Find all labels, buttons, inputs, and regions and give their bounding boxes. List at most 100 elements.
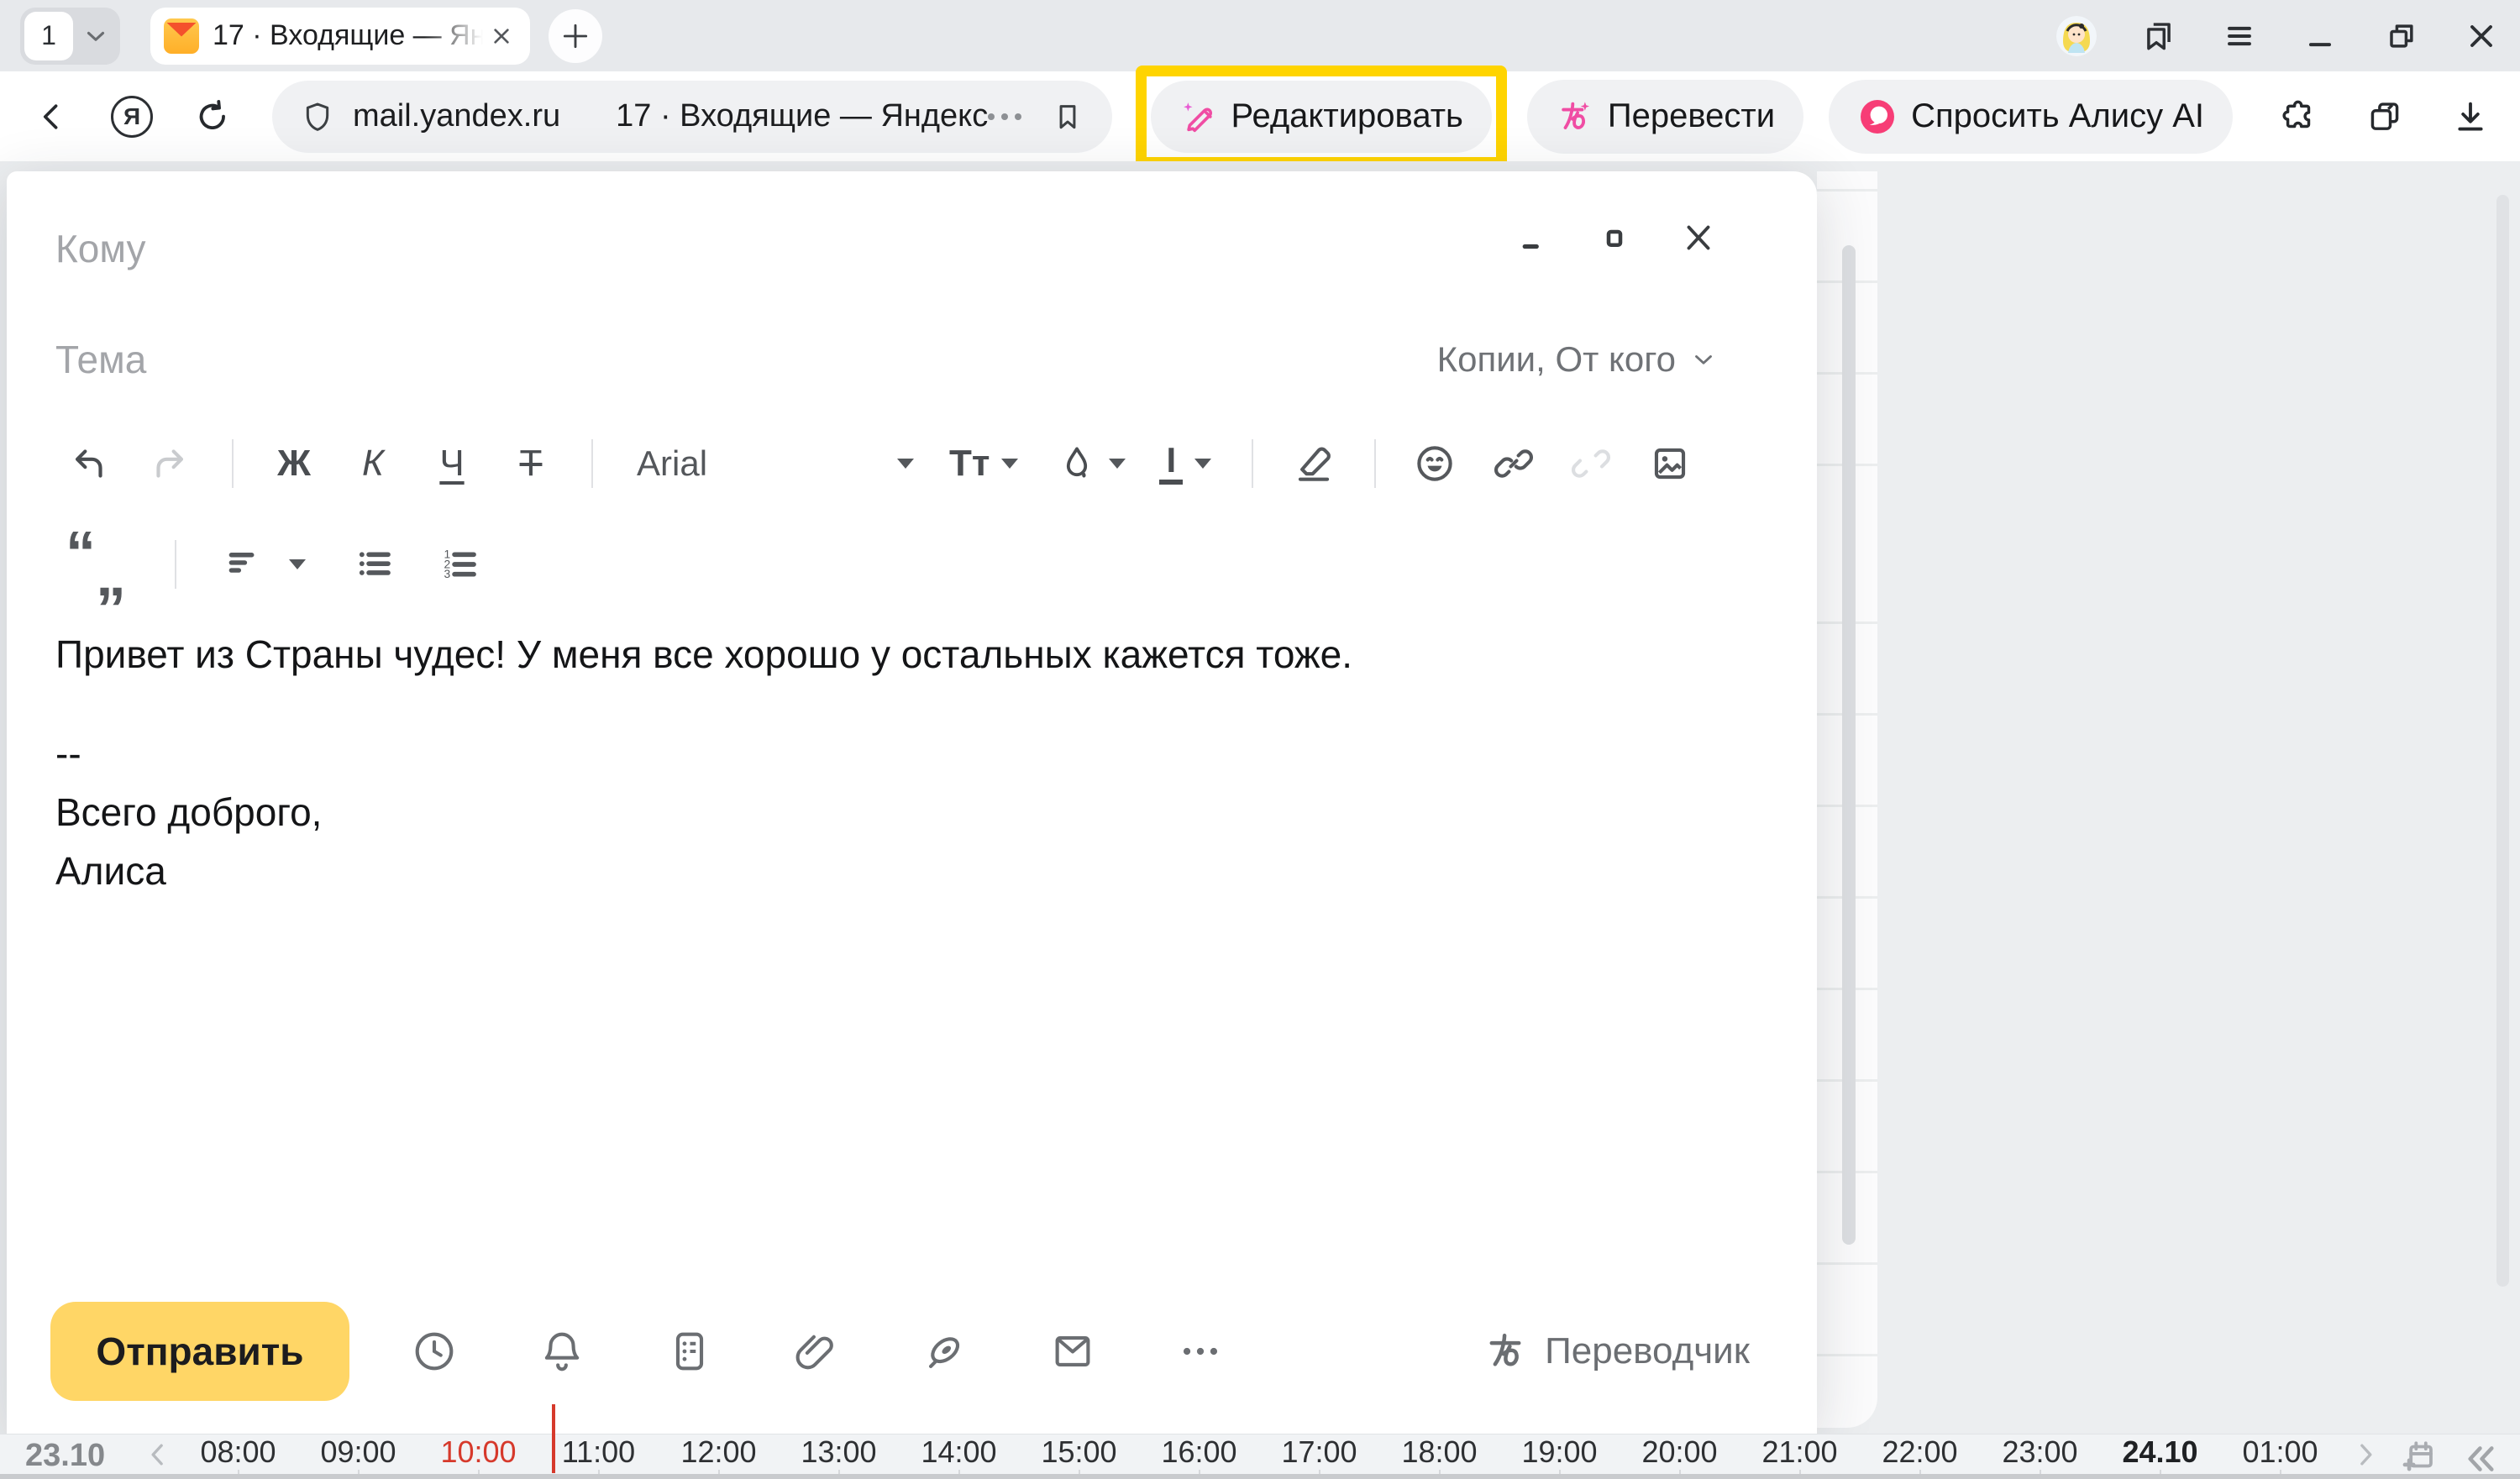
insert-link-icon[interactable] bbox=[1492, 442, 1536, 485]
url-bar[interactable]: mail.yandex.ru 17 · Входящие — Яндекс По… bbox=[272, 81, 1112, 153]
edit-highlight-frame: Редактировать bbox=[1136, 66, 1507, 168]
text-color-icon: I bbox=[1159, 443, 1183, 485]
ask-alice-button-label: Спросить Алису AI bbox=[1911, 97, 2204, 135]
window-bottom-edge bbox=[0, 1474, 2520, 1479]
tab-close-icon[interactable] bbox=[488, 23, 515, 50]
bookmark-flag-icon[interactable] bbox=[1052, 101, 1084, 133]
compose-minimize-icon[interactable] bbox=[1515, 220, 1550, 255]
page-scrollbar[interactable] bbox=[1842, 245, 1856, 1245]
blockquote-button[interactable]: “ „ bbox=[66, 528, 126, 601]
timeline-hour: 17:00 bbox=[1259, 1434, 1379, 1479]
browser-window: 1 17 · Входящие — Яндек bbox=[0, 0, 2520, 1479]
back-icon[interactable] bbox=[34, 98, 71, 135]
translator-toggle[interactable]: Переводчик bbox=[1483, 1329, 1750, 1374]
timeline-hour: 16:00 bbox=[1139, 1434, 1259, 1479]
bullet-list-icon[interactable] bbox=[353, 543, 396, 586]
stamp-pen-icon[interactable] bbox=[921, 1327, 969, 1376]
translate-button[interactable]: Перевести bbox=[1527, 80, 1803, 154]
shield-icon[interactable] bbox=[301, 100, 334, 134]
user-avatar[interactable] bbox=[2056, 16, 2097, 56]
send-button[interactable]: Отправить bbox=[50, 1302, 349, 1401]
undo-icon[interactable] bbox=[69, 443, 111, 485]
bold-button[interactable]: Ж bbox=[272, 443, 316, 485]
caret-down-icon bbox=[1194, 459, 1211, 469]
timeline-bar: 23.10 08:00 09:00 10:00 11:00 12:00 13:0… bbox=[0, 1434, 2520, 1474]
remove-link-icon[interactable] bbox=[1569, 442, 1613, 485]
menu-icon[interactable] bbox=[2221, 18, 2258, 55]
timeline-next-icon[interactable] bbox=[2349, 1438, 2382, 1471]
envelope-icon[interactable] bbox=[1048, 1327, 1097, 1376]
translator-icon bbox=[1483, 1329, 1528, 1374]
timeline-hour-current: 10:00 bbox=[418, 1434, 538, 1479]
ask-alice-button[interactable]: Спросить Алису AI bbox=[1829, 80, 2233, 154]
window-scrollbar[interactable] bbox=[2496, 195, 2509, 1287]
signature-line: Алиса bbox=[55, 842, 1632, 900]
window-minimize-icon[interactable] bbox=[2302, 18, 2339, 55]
window-close-icon[interactable] bbox=[2463, 18, 2500, 55]
emoji-icon[interactable] bbox=[1413, 442, 1457, 485]
timeline-hour: 12:00 bbox=[659, 1434, 779, 1479]
timeline-hour: 22:00 bbox=[1860, 1434, 1980, 1479]
edit-button[interactable]: Редактировать bbox=[1151, 81, 1492, 153]
compose-expand-icon[interactable] bbox=[1597, 220, 1632, 255]
underline-button[interactable]: Ч bbox=[430, 443, 474, 485]
downloads-icon[interactable] bbox=[2451, 97, 2490, 136]
compose-footer: Отправить bbox=[50, 1301, 1750, 1402]
message-body[interactable]: Привет из Страны чудес! У меня все хорош… bbox=[55, 625, 1632, 900]
url-more-icon[interactable] bbox=[988, 113, 1021, 120]
schedule-send-clock-icon[interactable] bbox=[410, 1327, 459, 1376]
attach-paperclip-icon[interactable] bbox=[793, 1327, 842, 1376]
extensions-puzzle-icon[interactable] bbox=[2280, 97, 2318, 136]
yandex-logo-icon[interactable]: Я bbox=[111, 96, 153, 138]
new-tab-button[interactable] bbox=[549, 9, 602, 63]
italic-button[interactable]: К bbox=[351, 443, 395, 485]
side-panels-icon[interactable] bbox=[2365, 97, 2404, 136]
add-event-calendar-icon[interactable] bbox=[2399, 1437, 2438, 1476]
strikethrough-button[interactable]: Т bbox=[509, 443, 553, 485]
tab-group-selector[interactable]: 1 bbox=[20, 8, 120, 65]
timeline-prev-icon[interactable] bbox=[141, 1438, 175, 1471]
timeline-next-date: 24.10 bbox=[2100, 1434, 2220, 1479]
more-options-icon[interactable] bbox=[1176, 1327, 1225, 1376]
numbered-list-icon[interactable]: 1 2 3 bbox=[438, 543, 482, 586]
tab-count-badge[interactable]: 1 bbox=[24, 12, 73, 60]
timeline-hour: 08:00 bbox=[178, 1434, 298, 1479]
toolbar-divider bbox=[1374, 439, 1376, 488]
signature-delimiter: -- bbox=[55, 724, 1632, 783]
toolbar-divider bbox=[591, 439, 593, 488]
collapse-timeline-icon[interactable] bbox=[2458, 1437, 2502, 1479]
alice-logo-icon bbox=[1857, 97, 1898, 137]
window-restore-icon[interactable] bbox=[2382, 18, 2419, 55]
cc-from-toggle[interactable]: Копии, От кого bbox=[1437, 339, 1718, 380]
compose-window-controls bbox=[1515, 218, 1718, 257]
timeline-hours: 08:00 09:00 10:00 11:00 12:00 13:00 14:0… bbox=[178, 1434, 2340, 1479]
text-color-select[interactable]: I bbox=[1159, 443, 1211, 485]
toolbar-divider bbox=[232, 439, 234, 488]
reload-icon[interactable] bbox=[193, 97, 232, 136]
font-family-select[interactable]: Arial bbox=[637, 443, 914, 484]
body-line: Привет из Страны чудес! У меня все хорош… bbox=[55, 625, 1632, 684]
timeline-hour: 11:00 bbox=[538, 1434, 659, 1479]
bookmarks-icon[interactable] bbox=[2140, 18, 2177, 55]
reminder-bell-icon[interactable] bbox=[538, 1327, 586, 1376]
tab-title: 17 · Входящие — Яндек bbox=[213, 19, 483, 52]
timeline-hour: 18:00 bbox=[1379, 1434, 1499, 1479]
active-tab[interactable]: 17 · Входящие — Яндек bbox=[150, 8, 530, 65]
clear-format-eraser-icon[interactable] bbox=[1292, 442, 1336, 485]
tab-strip: 1 17 · Входящие — Яндек bbox=[0, 0, 2520, 71]
redo-icon[interactable] bbox=[148, 443, 190, 485]
align-select[interactable] bbox=[223, 543, 306, 585]
insert-image-icon[interactable] bbox=[1648, 442, 1692, 485]
timeline-hour: 20:00 bbox=[1620, 1434, 1740, 1479]
notes-template-icon[interactable] bbox=[665, 1327, 714, 1376]
highlight-color-select[interactable] bbox=[1057, 443, 1126, 484]
subject-field[interactable]: Тема Копии, От кого bbox=[55, 319, 1718, 400]
timeline-hour: 14:00 bbox=[899, 1434, 1019, 1479]
chevron-down-icon[interactable] bbox=[81, 22, 110, 50]
font-size-select[interactable]: Тт bbox=[949, 443, 1018, 485]
to-field[interactable]: Кому bbox=[55, 208, 1481, 289]
toolbar-divider bbox=[175, 540, 176, 589]
subject-field-placeholder: Тема bbox=[55, 337, 146, 382]
compose-close-icon[interactable] bbox=[1679, 218, 1718, 257]
url-host[interactable]: mail.yandex.ru bbox=[353, 98, 560, 134]
